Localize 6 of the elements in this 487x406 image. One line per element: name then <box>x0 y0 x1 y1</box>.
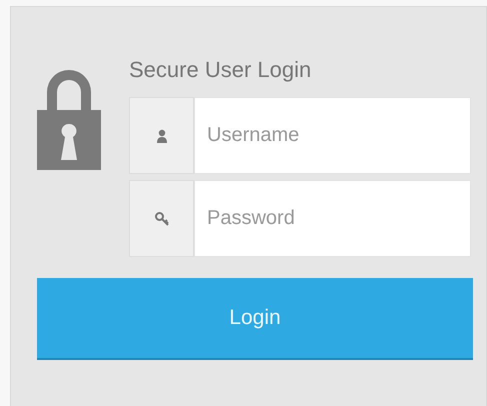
key-icon <box>154 212 168 226</box>
password-field[interactable]: Password <box>194 180 471 257</box>
user-icon <box>156 128 166 142</box>
username-field[interactable]: Username <box>194 97 471 174</box>
login-button[interactable]: Login <box>37 278 473 360</box>
login-title: Secure User Login <box>129 57 312 83</box>
